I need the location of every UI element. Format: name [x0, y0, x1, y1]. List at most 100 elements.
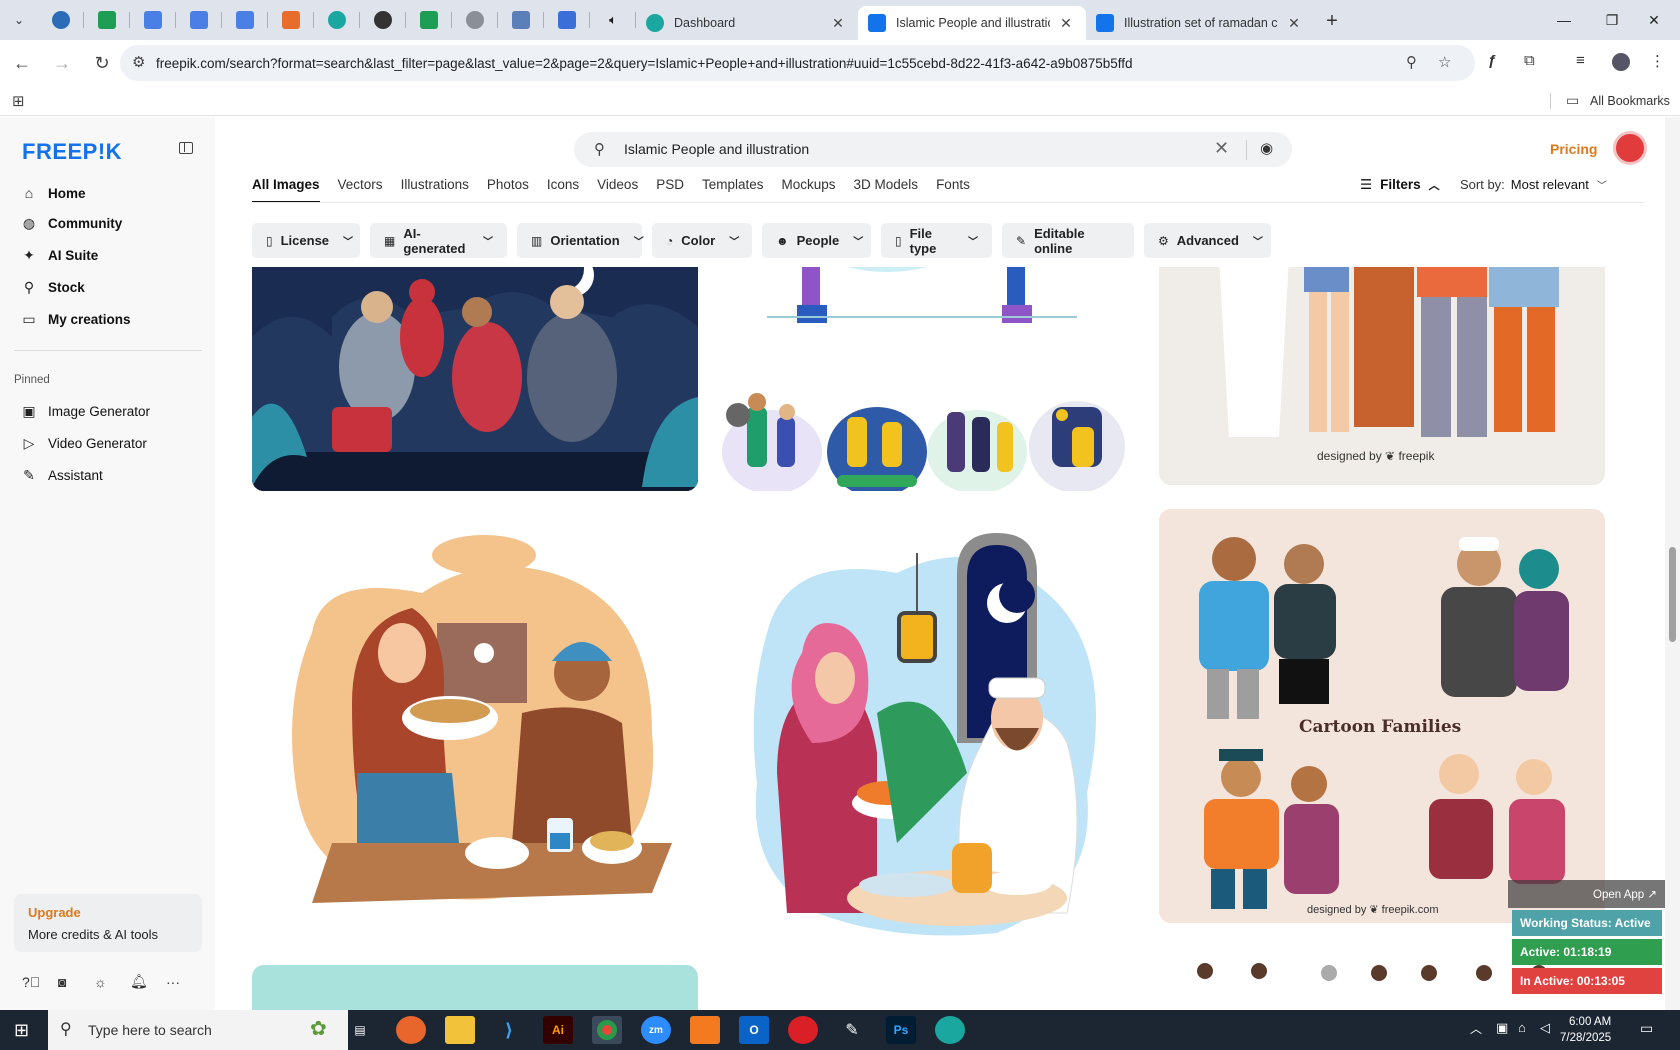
sidebar-item-my-creations[interactable]: ▭ My creations — [20, 305, 130, 333]
pinned-tab[interactable] — [84, 0, 130, 40]
xampp-icon[interactable] — [690, 1016, 720, 1044]
media-control-icon[interactable]: ≡ — [1576, 52, 1585, 69]
sidebar-item-image-generator[interactable]: ▣ Image Generator — [20, 397, 150, 425]
pinned-tab[interactable] — [268, 0, 314, 40]
tab-vectors[interactable]: Vectors — [338, 177, 383, 203]
taskbar-search[interactable]: ⚲ Type here to search ✿ — [48, 1010, 348, 1050]
tab-photos[interactable]: Photos — [487, 177, 529, 203]
illustrator-icon[interactable]: Ai — [543, 1016, 573, 1044]
result-card-eid-collection[interactable] — [717, 267, 1129, 491]
chip-editable-online[interactable]: ✎ Editable online — [1002, 223, 1134, 258]
upgrade-card[interactable]: Upgrade More credits & AI tools — [14, 894, 202, 952]
pricing-link[interactable]: Pricing — [1550, 141, 1597, 157]
pinned-tab[interactable] — [452, 0, 498, 40]
windows-start-icon[interactable]: ⊞ — [14, 1020, 29, 1041]
more-icon[interactable]: ··· — [166, 974, 202, 990]
clear-search-icon[interactable]: ✕ — [1214, 138, 1229, 159]
extension-icon[interactable]: ƒ — [1488, 52, 1496, 69]
result-card-iftar-sharing[interactable] — [252, 513, 698, 945]
tab-mockups[interactable]: Mockups — [782, 177, 836, 203]
tab-icons[interactable]: Icons — [547, 177, 579, 203]
volume-icon[interactable]: ◁ — [1540, 1020, 1550, 1036]
theme-icon[interactable]: ☼ — [94, 974, 130, 990]
notification-icon[interactable]: ▭ — [1640, 1020, 1653, 1037]
outlook-icon[interactable]: O — [739, 1016, 769, 1044]
tab-islamic-people[interactable]: Islamic People and illustration v ✕ — [858, 6, 1086, 40]
pen-tool-icon[interactable]: ✎ — [837, 1016, 867, 1044]
tab-search-button[interactable]: ⌄ — [0, 0, 38, 40]
vscode-icon[interactable]: ⟩ — [494, 1016, 524, 1044]
sidebar-item-ai-suite[interactable]: ✦ AI Suite — [20, 241, 98, 269]
tab-psd[interactable]: PSD — [656, 177, 684, 203]
sidebar-item-video-generator[interactable]: ▷ Video Generator — [20, 429, 147, 457]
chrome-icon[interactable] — [592, 1016, 622, 1044]
close-icon[interactable]: ✕ — [828, 15, 848, 32]
wifi-icon[interactable]: ⌂ — [1518, 1020, 1526, 1035]
bell-icon[interactable]: 🔔︎ — [130, 973, 166, 990]
pinned-tab[interactable] — [360, 0, 406, 40]
freepik-logo[interactable]: FREEP!K — [22, 139, 122, 165]
close-icon[interactable]: ✕ — [1056, 15, 1076, 32]
chip-advanced[interactable]: ⚙ Advanced ﹀ — [1144, 223, 1271, 258]
back-button[interactable]: ← — [4, 45, 40, 81]
star-icon[interactable]: ☆ — [1438, 53, 1451, 71]
open-app-button[interactable]: Open App ↗ — [1508, 880, 1665, 908]
system-clock[interactable]: 6:00 AM 7/28/2025 — [1560, 1014, 1611, 1046]
sidebar-item-community[interactable]: ◍ Community — [20, 209, 122, 237]
sidebar-item-stock[interactable]: ⚲ Stock — [20, 273, 85, 301]
sort-dropdown[interactable]: Sort by: Most relevant ﹀ — [1460, 177, 1607, 192]
close-window-button[interactable]: ✕ — [1626, 0, 1680, 40]
tab-fonts[interactable]: Fonts — [936, 177, 970, 203]
pinned-tab[interactable] — [222, 0, 268, 40]
pinned-tab[interactable] — [130, 0, 176, 40]
help-icon[interactable]: ?⃝ — [22, 974, 58, 990]
result-card-family-standing[interactable]: designed by ❦ freepik — [1159, 267, 1605, 485]
chip-orientation[interactable]: ▥ Orientation ﹀ — [517, 223, 644, 258]
result-card-night-greeting[interactable] — [252, 267, 698, 491]
chip-ai-generated[interactable]: ▦ AI-generated ﹀ — [370, 223, 507, 258]
address-bar[interactable]: ⚙︎ freepik.com/search?format=search&last… — [120, 45, 1475, 81]
network-icon[interactable]: ▣ — [1496, 1020, 1508, 1036]
pinned-tab[interactable] — [498, 0, 544, 40]
tab-3d-models[interactable]: 3D Models — [854, 177, 919, 203]
sidebar-item-home[interactable]: ⌂ Home — [20, 179, 86, 207]
camera-search-icon[interactable]: ◉ — [1260, 139, 1273, 157]
site-info-icon[interactable]: ⚙︎ — [132, 53, 145, 71]
tab-videos[interactable]: Videos — [597, 177, 638, 203]
apps-grid-icon[interactable]: ⊞ — [12, 92, 25, 110]
tab-all-images[interactable]: All Images — [252, 177, 320, 203]
zoom-icon[interactable]: ⚲ — [1406, 53, 1417, 71]
page-scrollbar[interactable] — [1665, 117, 1680, 1010]
result-card-cartoon-families[interactable]: Cartoon Families designed by ❦ freepik.c… — [1159, 509, 1605, 923]
photoshop-icon[interactable]: Ps — [886, 1016, 916, 1044]
zoom-icon[interactable]: zm — [641, 1016, 671, 1044]
pinned-tab[interactable]: 🔈︎ — [590, 0, 636, 40]
chip-people[interactable]: ☻ People ﹀ — [762, 223, 871, 258]
profile-icon[interactable] — [1612, 53, 1630, 71]
search-input[interactable] — [624, 139, 1164, 159]
pinned-tab[interactable] — [176, 0, 222, 40]
pinned-tab[interactable] — [314, 0, 360, 40]
firefox-icon[interactable] — [396, 1016, 426, 1044]
menu-icon[interactable]: ⋮ — [1650, 52, 1665, 70]
chip-file-type[interactable]: ▯ File type ﹀ — [881, 223, 992, 258]
file-explorer-icon[interactable] — [445, 1016, 475, 1044]
scrollbar-thumb[interactable] — [1669, 547, 1676, 642]
new-tab-button[interactable]: + — [1314, 1, 1350, 41]
tab-dashboard[interactable]: Dashboard ✕ — [636, 6, 858, 40]
pinned-tab[interactable] — [544, 0, 590, 40]
tab-illustrations[interactable]: Illustrations — [401, 177, 469, 203]
creative-cloud-icon[interactable] — [788, 1016, 818, 1044]
discord-icon[interactable]: ◙ — [58, 974, 94, 990]
avatar[interactable] — [1613, 131, 1647, 165]
chip-color[interactable]: ◔ Color ﹀ — [652, 223, 752, 258]
app-icon[interactable] — [935, 1016, 965, 1044]
tab-templates[interactable]: Templates — [702, 177, 764, 203]
reload-button[interactable]: ↻ — [84, 45, 120, 81]
task-view-icon[interactable]: ▤ — [345, 1016, 375, 1044]
result-card-couple-lantern[interactable] — [717, 513, 1129, 945]
tab-ramadan[interactable]: Illustration set of ramadan conc ✕ — [1086, 6, 1314, 40]
chip-license[interactable]: ▯ License ﹀ — [252, 223, 360, 258]
pinned-tab[interactable] — [38, 0, 84, 40]
filters-button[interactable]: ☰ Filters ︿ — [1360, 177, 1440, 193]
